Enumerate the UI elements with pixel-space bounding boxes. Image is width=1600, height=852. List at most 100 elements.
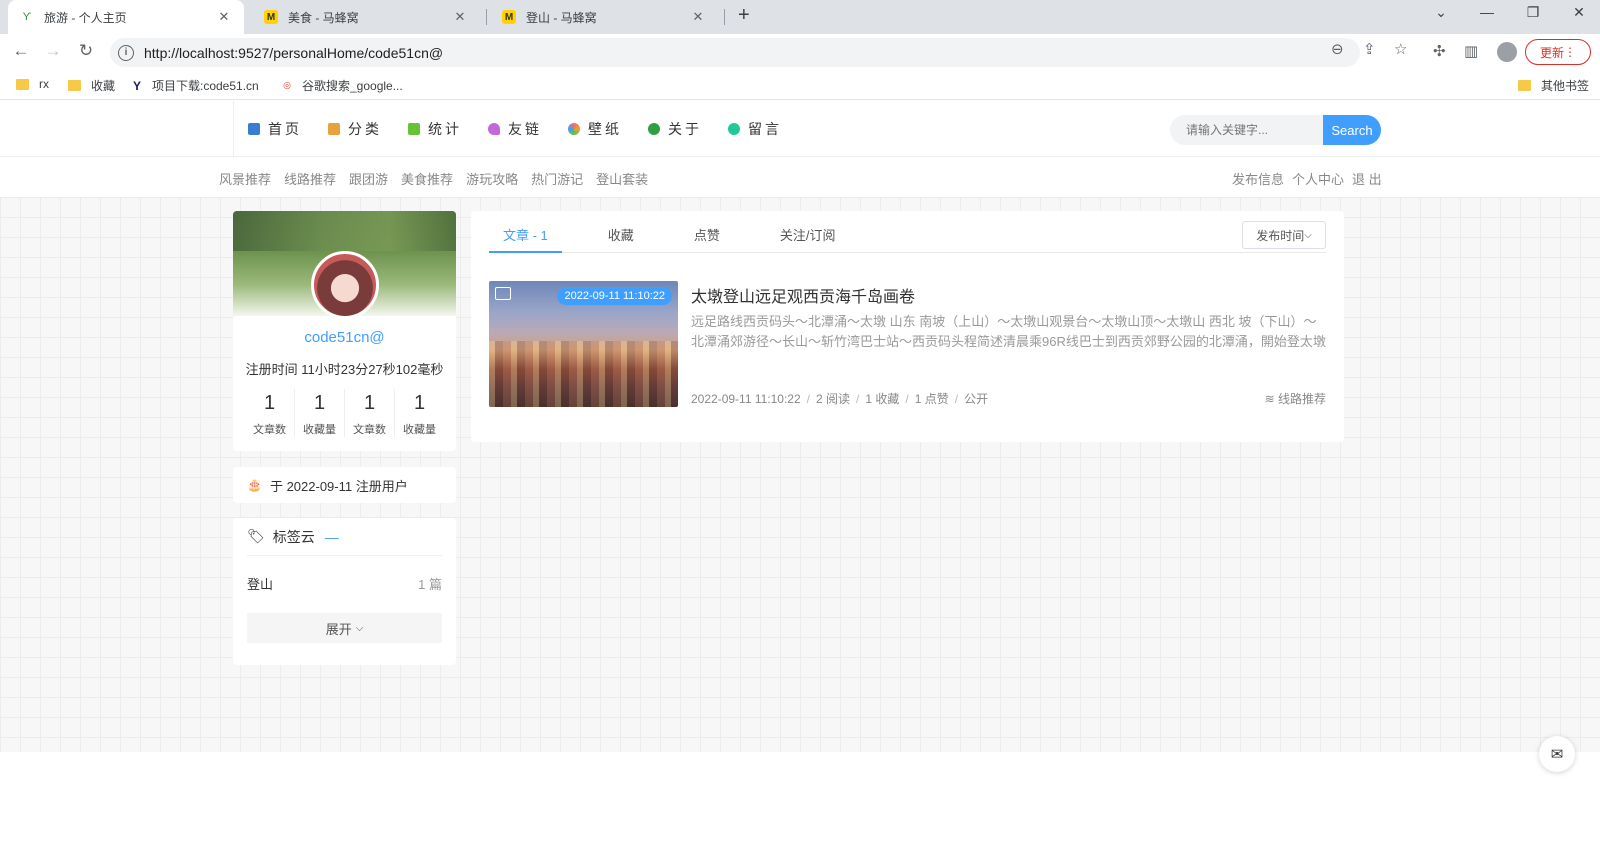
nav-wallpaper[interactable]: 壁纸 (568, 119, 622, 139)
new-tab-button[interactable]: + (738, 4, 750, 27)
sub-nav-links: 风景推荐 线路推荐 跟团游 美食推荐 游玩攻略 热门游记 登山套装 (219, 169, 648, 188)
avatar[interactable] (311, 251, 379, 319)
sprout-icon: Ƴ (22, 11, 32, 23)
stat-label: 收藏量 (403, 424, 436, 436)
nav-category[interactable]: 分类 (328, 119, 382, 139)
chevron-down-icon: ⌵ (1304, 229, 1312, 241)
article-thumbnail[interactable]: 2022-09-11 11:10:22 (489, 281, 678, 407)
bookmark-code51[interactable]: Y 项目下载:code51.cn (130, 77, 259, 94)
back-icon[interactable]: ← (10, 41, 32, 61)
nav-label: 友链 (508, 121, 542, 137)
update-button[interactable]: 更新 ⋮ (1525, 39, 1591, 65)
sort-select[interactable]: 发布时间 ⌵ (1242, 221, 1326, 249)
nav-label: 留言 (748, 121, 782, 137)
reload-icon[interactable]: ↻ (75, 41, 97, 61)
read-count: 2 阅读 (816, 392, 851, 406)
subnav-item[interactable]: 登山套装 (596, 169, 648, 188)
chevron-down-icon: ⌵ (355, 622, 364, 634)
logout-link[interactable]: 退 出 (1352, 169, 1382, 188)
url-text[interactable]: http://localhost:9527/personalHome/code5… (144, 45, 443, 61)
search-button[interactable]: Search (1323, 115, 1381, 145)
zoom-icon[interactable]: ⊖ (1331, 40, 1344, 58)
share-icon[interactable]: ⇪ (1363, 40, 1376, 58)
close-tab-icon[interactable]: ✕ (690, 9, 706, 25)
subnav-item[interactable]: 线路推荐 (284, 169, 336, 188)
subnav-item[interactable]: 游玩攻略 (466, 169, 518, 188)
tab-title: 美食 - 马蜂窝 (288, 10, 359, 25)
forward-icon[interactable]: → (42, 41, 64, 61)
publish-link[interactable]: 发布信息 (1232, 169, 1284, 188)
tab-likes[interactable]: 点赞 (680, 211, 734, 253)
bookmarks-bar: rx 收藏 Y 项目下载:code51.cn ◎ 谷歌搜索_google... … (0, 70, 1600, 100)
nav-message[interactable]: 留言 (728, 119, 782, 139)
bookmark-label: 收藏 (91, 79, 116, 93)
subnav-item[interactable]: 热门游记 (531, 169, 583, 188)
collapse-icon[interactable]: — (325, 529, 339, 545)
home-icon (248, 123, 260, 135)
bookmark-label: 谷歌搜索_google... (302, 79, 403, 93)
side-panel-icon[interactable]: ▥ (1464, 42, 1478, 60)
browser-tab-3[interactable]: M 登山 - 马蜂窝 ✕ (490, 0, 718, 34)
nav-about[interactable]: 关于 (648, 119, 702, 139)
registration-card: 🎂 于 2022-09-11 注册用户 (233, 467, 456, 503)
restore-icon[interactable]: ❐ (1518, 4, 1548, 21)
tag-name: 登山 (247, 577, 274, 592)
bookmark-rx[interactable]: rx (16, 77, 49, 91)
update-label: 更新 (1539, 45, 1564, 60)
search-input[interactable] (1170, 115, 1323, 145)
tag-item[interactable]: 登山 1 篇 (247, 574, 442, 593)
nav-home[interactable]: 首页 (248, 119, 302, 139)
subnav-item[interactable]: 风景推荐 (219, 169, 271, 188)
stat-item: 1 文章数 (245, 389, 295, 437)
tag-cloud-card: 🏷 标签云 — 登山 1 篇 展开 ⌵ (233, 518, 456, 665)
minimize-icon[interactable]: — (1472, 4, 1502, 20)
like-count: 1 点赞 (914, 392, 949, 406)
close-tab-icon[interactable]: ✕ (452, 9, 468, 25)
url-field[interactable]: i http://localhost:9527/personalHome/cod… (110, 38, 1360, 67)
visibility: 公开 (964, 392, 989, 406)
favorite-count: 1 收藏 (865, 392, 900, 406)
site-info-icon[interactable]: i (118, 44, 134, 61)
username[interactable]: code51cn@ (233, 329, 456, 346)
360-icon: ◎ (283, 80, 291, 90)
bookmark-google[interactable]: ◎ 谷歌搜索_google... (280, 77, 403, 94)
profile-avatar-icon[interactable] (1497, 42, 1517, 62)
stat-item: 1 收藏量 (395, 389, 444, 437)
tab-follows[interactable]: 关注/订阅 (766, 211, 850, 253)
browser-tab-1[interactable]: Ƴ 旅游 - 个人主页 ✕ (8, 0, 244, 34)
nav-stats[interactable]: 统计 (408, 119, 462, 139)
message-icon (728, 123, 740, 135)
bookmark-favorites[interactable]: 收藏 (68, 77, 115, 94)
stat-number: 1 (413, 392, 426, 414)
tab-search-icon[interactable]: ⌄ (1426, 4, 1456, 21)
profile-card: code51cn@ 注册时间 11小时23分27秒102毫秒 1 文章数 1 收藏量… (233, 211, 456, 451)
nav-links[interactable]: 友链 (488, 119, 542, 139)
expand-button[interactable]: 展开 ⌵ (247, 613, 442, 643)
nav-label: 关于 (668, 121, 702, 137)
article-item[interactable]: 2022-09-11 11:10:22 太墩登山远足观西贡海千岛画卷 远足路线西… (489, 281, 1326, 407)
tab-articles[interactable]: 文章 - 1 (489, 211, 562, 253)
mafengwo-icon: M (502, 10, 516, 24)
extensions-icon[interactable]: ✣ (1433, 42, 1446, 60)
close-tab-icon[interactable]: ✕ (216, 9, 232, 25)
register-time: 注册时间 11小时23分27秒102毫秒 (245, 362, 444, 377)
category-icon (328, 123, 340, 135)
personal-center-link[interactable]: 个人中心 (1292, 169, 1344, 188)
stat-number: 1 (263, 392, 276, 414)
browser-tab-2[interactable]: M 美食 - 马蜂窝 ✕ (252, 0, 480, 34)
tab-divider (486, 9, 487, 25)
category-label: 线路推荐 (1277, 392, 1326, 406)
profile-stats: 1 文章数 1 收藏量 1 文章数 1 收藏量 (245, 389, 444, 437)
window-close-icon[interactable]: ✕ (1564, 4, 1594, 21)
subnav-item[interactable]: 跟团游 (349, 169, 388, 188)
heart-icon (488, 123, 500, 135)
user-links: 发布信息 个人中心 退 出 (1232, 169, 1382, 188)
date-badge: 2022-09-11 11:10:22 (557, 287, 672, 305)
subnav-item[interactable]: 美食推荐 (401, 169, 453, 188)
bookmark-star-icon[interactable]: ☆ (1394, 40, 1407, 58)
article-title[interactable]: 太墩登山远足观西贡海千岛画卷 (691, 283, 915, 307)
mail-button[interactable]: ✉ (1539, 736, 1575, 772)
tab-favorites[interactable]: 收藏 (594, 211, 648, 253)
article-category[interactable]: ≋ 线路推荐 (1265, 390, 1326, 407)
other-bookmarks[interactable]: 其他书签 (1518, 77, 1589, 94)
